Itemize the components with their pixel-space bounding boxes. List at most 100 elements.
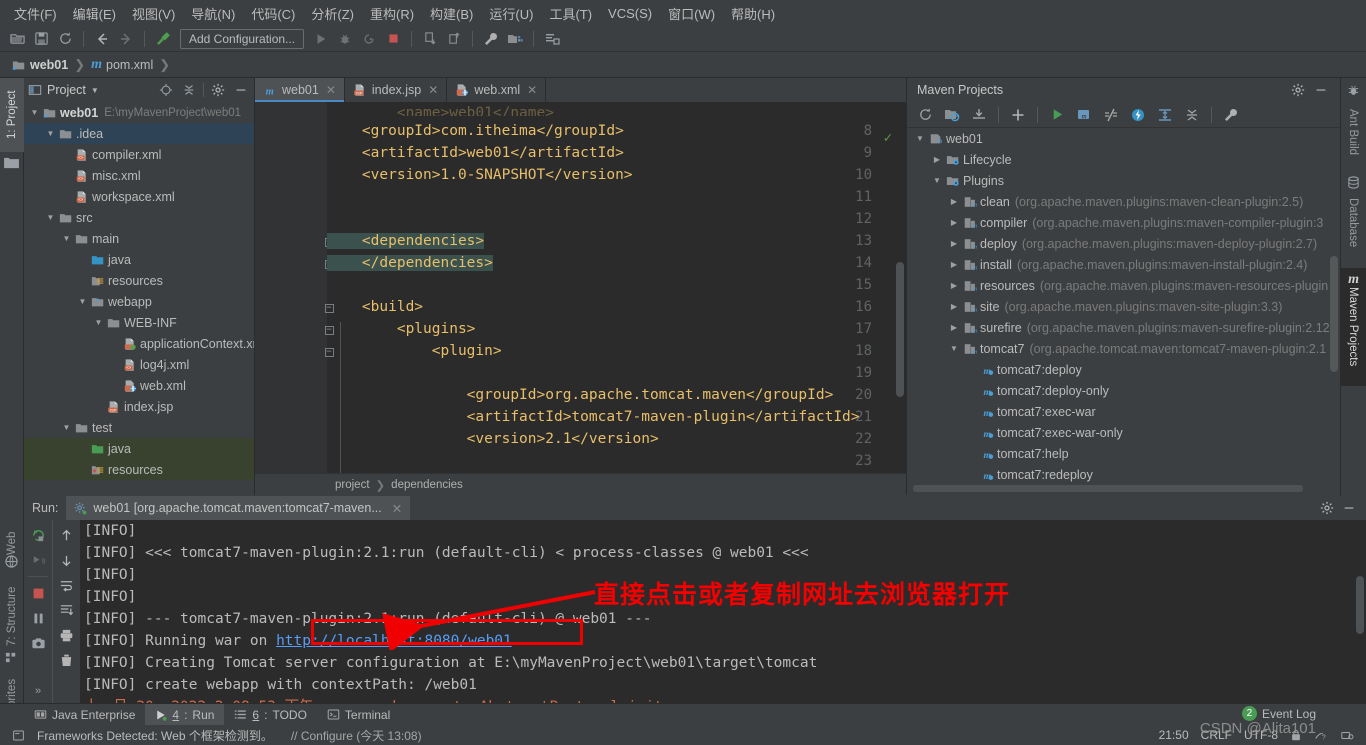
- search-everywhere-icon[interactable]: [541, 28, 563, 50]
- code-line[interactable]: <artifactId>tomcat7-maven-plugin</artifa…: [327, 406, 892, 428]
- project-tree-row[interactable]: ▶target: [24, 480, 254, 486]
- maven-tree-row[interactable]: m tomcat7:exec-war-only: [907, 422, 1340, 443]
- code-line[interactable]: <name>web01</name>: [327, 102, 892, 116]
- menu-item-6[interactable]: 重构(R): [362, 2, 422, 25]
- menu-item-11[interactable]: 窗口(W): [660, 2, 723, 25]
- menu-item-2[interactable]: 视图(V): [124, 2, 183, 25]
- menu-item-10[interactable]: VCS(S): [600, 4, 660, 23]
- generate-sources-icon[interactable]: [940, 104, 964, 126]
- expand-all-icon[interactable]: [1153, 104, 1177, 126]
- code-line[interactable]: [327, 362, 892, 384]
- maven-tree-row[interactable]: m tomcat7:exec-war: [907, 401, 1340, 422]
- build-hammer-icon[interactable]: [152, 28, 174, 50]
- add-maven-project-icon[interactable]: [1006, 104, 1030, 126]
- code-editor[interactable]: 8910111213−14−1516−17−18−192021222324− <…: [255, 102, 906, 473]
- pause-icon[interactable]: [27, 607, 49, 629]
- project-tree-row[interactable]: ▼ webapp: [24, 291, 254, 312]
- menu-item-9[interactable]: 工具(T): [541, 2, 600, 25]
- maven-tree-row[interactable]: m tomcat7:redeploy: [907, 464, 1340, 483]
- maven-horizontal-scrollbar[interactable]: [913, 485, 1303, 492]
- project-tree-row[interactable]: JSP index.jsp: [24, 396, 254, 417]
- code-line[interactable]: [327, 274, 892, 296]
- chevron-down-icon[interactable]: ▼: [60, 234, 73, 243]
- menu-item-0[interactable]: 文件(F): [6, 2, 65, 25]
- chevron-down-icon[interactable]: ▼: [947, 344, 961, 353]
- toolwindow-button-run[interactable]: 4: Run: [145, 703, 225, 726]
- back-arrow-icon[interactable]: [91, 28, 113, 50]
- forward-arrow-icon[interactable]: [115, 28, 137, 50]
- code-line[interactable]: [327, 186, 892, 208]
- gear-icon[interactable]: [1289, 81, 1307, 99]
- chevron-right-icon[interactable]: ▶: [947, 239, 961, 248]
- menu-item-3[interactable]: 导航(N): [183, 2, 243, 25]
- stop-icon[interactable]: [27, 582, 49, 604]
- sidebar-item-project[interactable]: 1: Project: [0, 78, 24, 152]
- close-icon[interactable]: ✕: [392, 501, 402, 516]
- chevron-right-icon[interactable]: ▶: [947, 218, 961, 227]
- chevron-down-icon[interactable]: ▼: [28, 108, 41, 117]
- add-configuration-button[interactable]: Add Configuration...: [180, 28, 305, 49]
- maven-tree-row[interactable]: ▶ m compiler (org.apache.maven.plugins:mave…: [907, 212, 1340, 233]
- toolwindow-button-java-enterprise[interactable]: Java Enterprise: [24, 704, 145, 726]
- maven-tree-row[interactable]: ▶ m surefire (org.apache.maven.plugins:mave…: [907, 317, 1340, 338]
- rerun-failed-icon[interactable]: 9: [27, 549, 49, 571]
- code-line[interactable]: <plugins>: [327, 318, 892, 340]
- code-line[interactable]: <groupId>com.itheima</groupId>: [327, 120, 892, 142]
- project-tree-row[interactable]: resources: [24, 459, 254, 480]
- project-tree[interactable]: ▼ web01 E:\myMavenProject\web01 ▼ .idea <> com…: [24, 102, 254, 485]
- chevron-right-icon[interactable]: ▶: [947, 302, 961, 311]
- chevron-right-icon[interactable]: ▶: [947, 281, 961, 290]
- soft-wrap-icon[interactable]: [56, 574, 78, 596]
- code-line[interactable]: <version>2.1</version>: [327, 428, 892, 450]
- run-console-output[interactable]: [INFO] [INFO] <<< tomcat7-maven-plugin:2.…: [80, 520, 1366, 703]
- maven-tree-row[interactable]: ▶ m site (org.apache.maven.plugins:maven-si…: [907, 296, 1340, 317]
- chevron-right-icon[interactable]: ▶: [930, 155, 944, 164]
- rerun-icon[interactable]: [27, 524, 49, 546]
- chevron-down-icon[interactable]: ▼: [60, 423, 73, 432]
- breadcrumb-crumb-1[interactable]: dependencies: [391, 479, 463, 491]
- editor-tab-web-xml[interactable]: web.xml ✕: [447, 78, 547, 102]
- editor-tab-web01[interactable]: m web01 ✕: [255, 78, 345, 102]
- stop-icon[interactable]: [382, 28, 404, 50]
- hide-panel-icon[interactable]: [1312, 81, 1330, 99]
- maven-tree-row[interactable]: ▶ m clean (org.apache.maven.plugins:maven-c…: [907, 191, 1340, 212]
- background-tasks-icon[interactable]: [1334, 729, 1360, 742]
- project-tree-row[interactable]: ▼ web01 E:\myMavenProject\web01: [24, 102, 254, 123]
- chevron-down-icon[interactable]: ▼: [76, 297, 89, 306]
- project-tree-row[interactable]: resources: [24, 270, 254, 291]
- maven-tree-row[interactable]: m tomcat7:deploy: [907, 359, 1340, 380]
- run-icon[interactable]: [310, 28, 332, 50]
- hide-panel-icon[interactable]: [1340, 499, 1358, 517]
- chevron-down-icon[interactable]: ▼: [44, 129, 57, 138]
- run-configuration-tab[interactable]: web01 [org.apache.tomcat.maven:tomcat7-m…: [66, 496, 411, 520]
- reimport-icon[interactable]: [913, 104, 937, 126]
- chevron-right-icon[interactable]: ▶: [947, 260, 961, 269]
- toggle-skip-tests-icon[interactable]: [1099, 104, 1123, 126]
- project-tree-row[interactable]: <> misc.xml: [24, 165, 254, 186]
- clear-all-icon[interactable]: [56, 649, 78, 671]
- chevron-down-icon[interactable]: ▼: [913, 134, 927, 143]
- menu-item-5[interactable]: 分析(Z): [303, 2, 362, 25]
- sync-icon[interactable]: [54, 28, 76, 50]
- project-tree-row[interactable]: java: [24, 438, 254, 459]
- close-icon[interactable]: ✕: [527, 83, 537, 97]
- scroll-from-source-icon[interactable]: [157, 81, 175, 99]
- code-line[interactable]: <build>: [327, 296, 892, 318]
- chevron-down-icon[interactable]: ▼: [44, 213, 57, 222]
- run-maven-build-icon[interactable]: [1045, 104, 1069, 126]
- execute-goal-icon[interactable]: m: [1072, 104, 1096, 126]
- toolwindow-button-terminal[interactable]: Terminal: [317, 704, 400, 726]
- project-structure-icon[interactable]: [504, 28, 526, 50]
- project-tree-row[interactable]: applicationContext.xml: [24, 333, 254, 354]
- configure-link[interactable]: // Configure (今天 13:08): [285, 727, 428, 744]
- project-tree-row[interactable]: <> compiler.xml: [24, 144, 254, 165]
- maven-vertical-scrollbar[interactable]: [1330, 256, 1338, 372]
- maven-tree-row[interactable]: ▶ m deploy (org.apache.maven.plugins:maven-…: [907, 233, 1340, 254]
- menu-item-12[interactable]: 帮助(H): [723, 2, 783, 25]
- menu-item-8[interactable]: 运行(U): [481, 2, 541, 25]
- project-tree-row[interactable]: <> workspace.xml: [24, 186, 254, 207]
- editor-vertical-scrollbar[interactable]: [896, 262, 904, 397]
- project-tree-row[interactable]: web.xml: [24, 375, 254, 396]
- open-folder-icon[interactable]: [6, 28, 28, 50]
- print-icon[interactable]: [56, 624, 78, 646]
